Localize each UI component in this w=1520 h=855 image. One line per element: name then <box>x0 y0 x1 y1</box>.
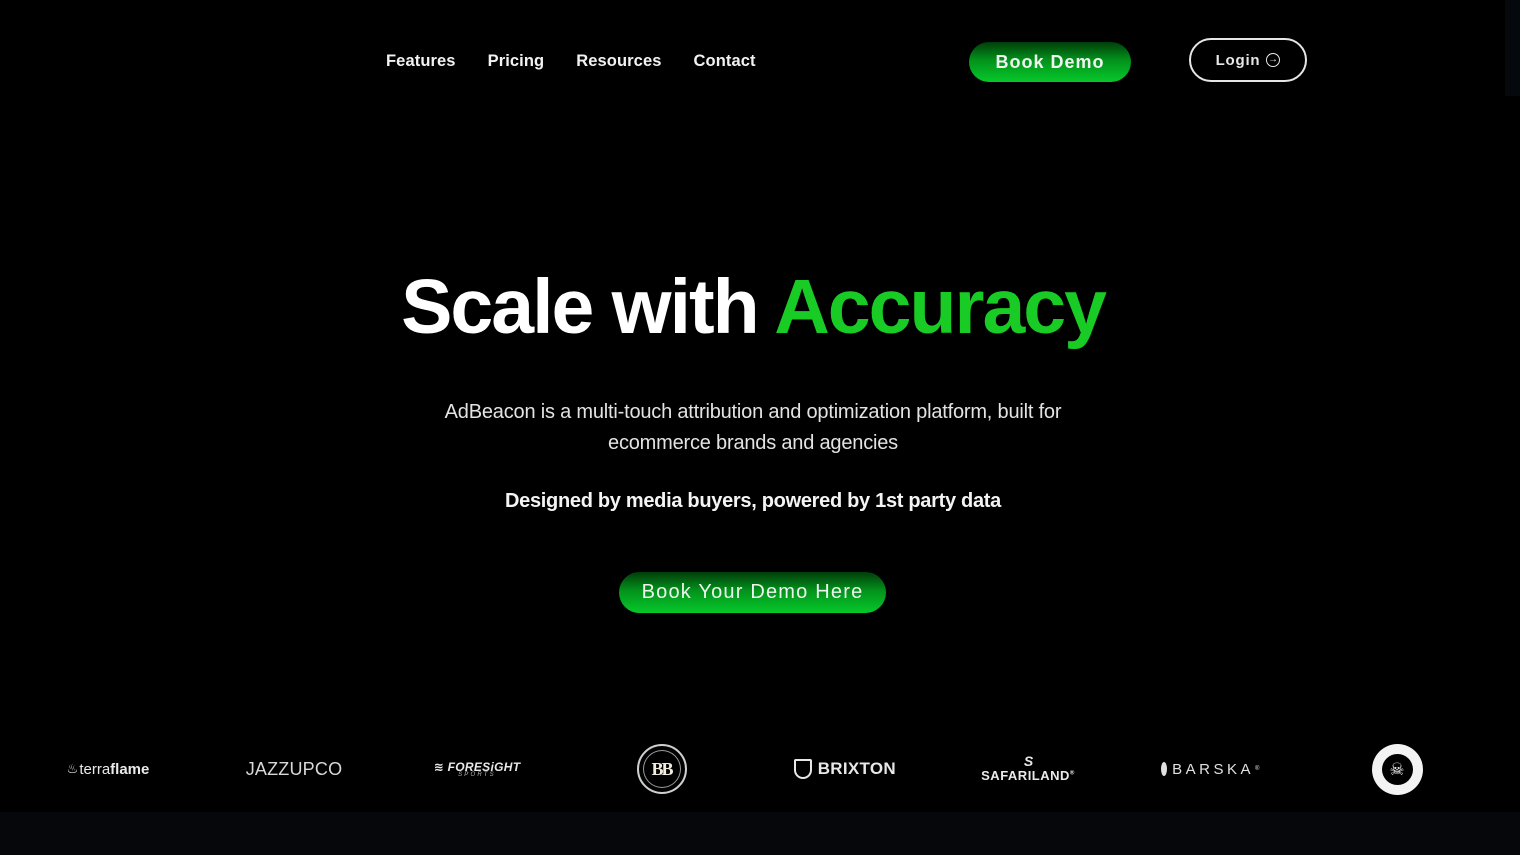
login-button[interactable]: Login → <box>1189 38 1307 82</box>
shield-icon <box>794 759 812 779</box>
main-nav: Features Pricing Resources Contact <box>386 52 756 71</box>
safariland-s-icon: S <box>1023 753 1033 769</box>
logo-safariland-tm: ® <box>1069 770 1075 777</box>
logo-safariland-word: SAFARILAND <box>981 768 1070 783</box>
logo-foresight-sports: ≋ FORESiGHT SPORTS <box>426 740 528 798</box>
page: Features Pricing Resources Contact Book … <box>0 0 1520 855</box>
bottom-band <box>0 812 1520 855</box>
nav-link-contact[interactable]: Contact <box>694 52 756 71</box>
logo-jazzupco: JAZZUPCO <box>245 758 343 779</box>
sullen-badge: ☠ <box>1371 743 1423 795</box>
logo-bb-label: BB <box>651 758 673 779</box>
hero-subtitle: AdBeacon is a multi-touch attribution an… <box>444 401 1062 454</box>
hero-title: Scale with Accuracy <box>0 262 1506 352</box>
logo-barska-tm: ® <box>1254 766 1263 772</box>
nav-link-features[interactable]: Features <box>386 52 456 71</box>
book-your-demo-label: Book Your Demo Here <box>641 581 864 603</box>
scroll-edge-strip <box>1505 0 1520 96</box>
logo-terraflame: ♨ terra flame <box>66 740 150 798</box>
bb-badge-icon: BB <box>636 744 687 794</box>
logo-barska: BARSKA ® <box>1161 740 1263 798</box>
barska-ring-icon <box>1161 762 1168 776</box>
logo-foresight-sub: SPORTS <box>458 771 496 778</box>
logo-terraflame-part1: terra <box>79 760 111 778</box>
logo-terraflame-part2: flame <box>110 760 150 778</box>
logo-barska-label: BARSKA <box>1172 760 1254 778</box>
logo-safariland: S SAFARILAND® <box>978 740 1078 798</box>
client-logo-strip: ♨ terra flame JAZZUPCO ≋ FORESiGHT SPORTS… <box>0 740 1520 798</box>
arrow-right-circle-icon: → <box>1266 53 1281 67</box>
login-label: Login <box>1215 51 1261 69</box>
book-your-demo-button[interactable]: Book Your Demo Here <box>619 572 886 613</box>
hero-tagline: Designed by media buyers, powered by 1st… <box>505 490 1001 512</box>
logo-brixton-label: BRIXTON <box>817 759 896 778</box>
nav-link-resources[interactable]: Resources <box>576 52 661 71</box>
logo-brixton: BRIXTON <box>794 740 896 798</box>
logo-safariland-label: SAFARILAND® <box>981 768 1075 783</box>
flame-icon: ♨ <box>66 761 79 776</box>
book-demo-button[interactable]: Book Demo <box>969 42 1131 82</box>
book-demo-label: Book Demo <box>995 51 1105 72</box>
skull-icon: ☠ <box>1381 753 1413 785</box>
hero-title-accent: Accuracy <box>774 264 1107 350</box>
logo-sullen-art-collective: ☠ <box>1370 740 1424 798</box>
hero-title-prefix: Scale with <box>401 264 760 350</box>
nav-link-pricing[interactable]: Pricing <box>488 52 545 71</box>
foresight-swoosh-icon: ≋ <box>433 759 444 774</box>
logo-bb: BB <box>635 740 688 798</box>
